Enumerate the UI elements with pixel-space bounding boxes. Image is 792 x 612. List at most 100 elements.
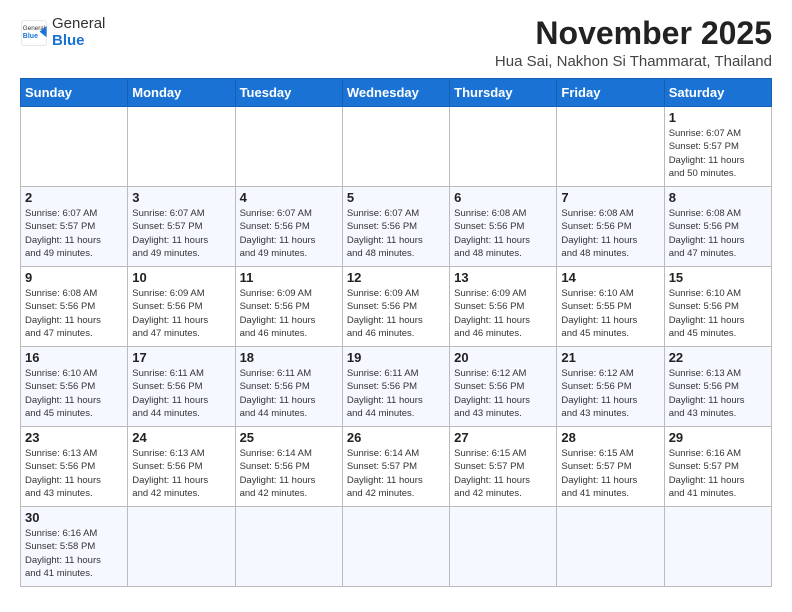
calendar-cell (128, 507, 235, 587)
day-number: 2 (25, 190, 123, 205)
day-number: 14 (561, 270, 659, 285)
day-number: 28 (561, 430, 659, 445)
calendar-row: 1 Sunrise: 6:07 AM Sunset: 5:57 PM Daylig… (21, 107, 772, 187)
calendar-cell: 14 Sunrise: 6:10 AM Sunset: 5:55 PM Dayli… (557, 267, 664, 347)
day-info: Sunrise: 6:08 AM Sunset: 5:56 PM Dayligh… (669, 207, 767, 260)
day-number: 10 (132, 270, 230, 285)
calendar-cell: 24 Sunrise: 6:13 AM Sunset: 5:56 PM Dayli… (128, 427, 235, 507)
calendar-cell (450, 507, 557, 587)
day-number: 13 (454, 270, 552, 285)
calendar-row: 30 Sunrise: 6:16 AM Sunset: 5:58 PM Dayli… (21, 507, 772, 587)
day-info: Sunrise: 6:11 AM Sunset: 5:56 PM Dayligh… (240, 367, 338, 420)
day-info: Sunrise: 6:10 AM Sunset: 5:56 PM Dayligh… (669, 287, 767, 340)
day-info: Sunrise: 6:08 AM Sunset: 5:56 PM Dayligh… (25, 287, 123, 340)
day-info: Sunrise: 6:14 AM Sunset: 5:57 PM Dayligh… (347, 447, 445, 500)
day-number: 26 (347, 430, 445, 445)
weekday-header-tuesday: Tuesday (235, 79, 342, 107)
calendar-cell: 21Sunrise: 6:12 AM Sunset: 5:56 PM Dayli… (557, 347, 664, 427)
day-number: 24 (132, 430, 230, 445)
calendar-cell (557, 507, 664, 587)
day-number: 4 (240, 190, 338, 205)
logo-text: General Blue (52, 16, 105, 49)
weekday-header-saturday: Saturday (664, 79, 771, 107)
calendar-table: SundayMondayTuesdayWednesdayThursdayFrid… (20, 78, 772, 587)
day-number: 3 (132, 190, 230, 205)
day-info: Sunrise: 6:10 AM Sunset: 5:55 PM Dayligh… (561, 287, 659, 340)
day-info: Sunrise: 6:13 AM Sunset: 5:56 PM Dayligh… (132, 447, 230, 500)
calendar-cell: 9Sunrise: 6:08 AM Sunset: 5:56 PM Daylig… (21, 267, 128, 347)
weekday-header-friday: Friday (557, 79, 664, 107)
day-number: 18 (240, 350, 338, 365)
calendar-cell: 13Sunrise: 6:09 AM Sunset: 5:56 PM Dayli… (450, 267, 557, 347)
calendar-cell: 27 Sunrise: 6:15 AM Sunset: 5:57 PM Dayli… (450, 427, 557, 507)
day-number: 23 (25, 430, 123, 445)
day-number: 21 (561, 350, 659, 365)
day-number: 5 (347, 190, 445, 205)
title-block: November 2025 Hua Sai, Nakhon Si Thammar… (495, 16, 772, 70)
svg-text:Blue: Blue (23, 32, 38, 39)
day-number: 16 (25, 350, 123, 365)
day-number: 6 (454, 190, 552, 205)
calendar-cell: 28 Sunrise: 6:15 AM Sunset: 5:57 PM Dayli… (557, 427, 664, 507)
calendar-cell (235, 107, 342, 187)
weekday-header-wednesday: Wednesday (342, 79, 449, 107)
day-number: 15 (669, 270, 767, 285)
day-info: Sunrise: 6:08 AM Sunset: 5:56 PM Dayligh… (454, 207, 552, 260)
calendar-cell: 16 Sunrise: 6:10 AM Sunset: 5:56 PM Dayli… (21, 347, 128, 427)
month-title: November 2025 (495, 16, 772, 51)
day-number: 1 (669, 110, 767, 125)
day-info: Sunrise: 6:09 AM Sunset: 5:56 PM Dayligh… (132, 287, 230, 340)
calendar-cell: 5 Sunrise: 6:07 AM Sunset: 5:56 PM Daylig… (342, 187, 449, 267)
page-header: General Blue General Blue November 2025 … (20, 16, 772, 70)
calendar-row: 23 Sunrise: 6:13 AM Sunset: 5:56 PM Dayli… (21, 427, 772, 507)
calendar-cell (21, 107, 128, 187)
calendar-cell: 2 Sunrise: 6:07 AM Sunset: 5:57 PM Daylig… (21, 187, 128, 267)
day-info: Sunrise: 6:10 AM Sunset: 5:56 PM Dayligh… (25, 367, 123, 420)
calendar-cell: 11Sunrise: 6:09 AM Sunset: 5:56 PM Dayli… (235, 267, 342, 347)
calendar-row: 9Sunrise: 6:08 AM Sunset: 5:56 PM Daylig… (21, 267, 772, 347)
calendar-cell: 30 Sunrise: 6:16 AM Sunset: 5:58 PM Dayli… (21, 507, 128, 587)
calendar-cell (450, 107, 557, 187)
calendar-cell: 19Sunrise: 6:11 AM Sunset: 5:56 PM Dayli… (342, 347, 449, 427)
calendar-cell: 29 Sunrise: 6:16 AM Sunset: 5:57 PM Dayli… (664, 427, 771, 507)
calendar-cell (128, 107, 235, 187)
day-number: 11 (240, 270, 338, 285)
calendar-cell (342, 507, 449, 587)
day-info: Sunrise: 6:16 AM Sunset: 5:57 PM Dayligh… (669, 447, 767, 500)
day-info: Sunrise: 6:07 AM Sunset: 5:57 PM Dayligh… (132, 207, 230, 260)
calendar-cell: 8Sunrise: 6:08 AM Sunset: 5:56 PM Daylig… (664, 187, 771, 267)
day-number: 29 (669, 430, 767, 445)
day-number: 30 (25, 510, 123, 525)
day-info: Sunrise: 6:15 AM Sunset: 5:57 PM Dayligh… (454, 447, 552, 500)
day-info: Sunrise: 6:13 AM Sunset: 5:56 PM Dayligh… (669, 367, 767, 420)
calendar-cell (664, 507, 771, 587)
weekday-header-monday: Monday (128, 79, 235, 107)
day-info: Sunrise: 6:07 AM Sunset: 5:57 PM Dayligh… (669, 127, 767, 180)
calendar-cell: 22 Sunrise: 6:13 AM Sunset: 5:56 PM Dayli… (664, 347, 771, 427)
day-number: 19 (347, 350, 445, 365)
day-info: Sunrise: 6:07 AM Sunset: 5:56 PM Dayligh… (347, 207, 445, 260)
day-number: 22 (669, 350, 767, 365)
day-info: Sunrise: 6:09 AM Sunset: 5:56 PM Dayligh… (347, 287, 445, 340)
calendar-cell: 10 Sunrise: 6:09 AM Sunset: 5:56 PM Dayli… (128, 267, 235, 347)
day-info: Sunrise: 6:07 AM Sunset: 5:57 PM Dayligh… (25, 207, 123, 260)
calendar-cell: 18 Sunrise: 6:11 AM Sunset: 5:56 PM Dayli… (235, 347, 342, 427)
day-info: Sunrise: 6:12 AM Sunset: 5:56 PM Dayligh… (454, 367, 552, 420)
day-info: Sunrise: 6:11 AM Sunset: 5:56 PM Dayligh… (132, 367, 230, 420)
calendar-cell: 25 Sunrise: 6:14 AM Sunset: 5:56 PM Dayli… (235, 427, 342, 507)
calendar-cell: 23Sunrise: 6:13 AM Sunset: 5:56 PM Dayli… (21, 427, 128, 507)
day-number: 25 (240, 430, 338, 445)
calendar-cell: 20Sunrise: 6:12 AM Sunset: 5:56 PM Dayli… (450, 347, 557, 427)
day-info: Sunrise: 6:15 AM Sunset: 5:57 PM Dayligh… (561, 447, 659, 500)
calendar-header-row: SundayMondayTuesdayWednesdayThursdayFrid… (21, 79, 772, 107)
calendar-cell: 3 Sunrise: 6:07 AM Sunset: 5:57 PM Daylig… (128, 187, 235, 267)
weekday-header-sunday: Sunday (21, 79, 128, 107)
day-info: Sunrise: 6:16 AM Sunset: 5:58 PM Dayligh… (25, 527, 123, 580)
day-number: 27 (454, 430, 552, 445)
day-info: Sunrise: 6:14 AM Sunset: 5:56 PM Dayligh… (240, 447, 338, 500)
calendar-cell (235, 507, 342, 587)
logo: General Blue General Blue (20, 16, 105, 49)
calendar-row: 16 Sunrise: 6:10 AM Sunset: 5:56 PM Dayli… (21, 347, 772, 427)
calendar-row: 2 Sunrise: 6:07 AM Sunset: 5:57 PM Daylig… (21, 187, 772, 267)
calendar-cell: 26 Sunrise: 6:14 AM Sunset: 5:57 PM Dayli… (342, 427, 449, 507)
